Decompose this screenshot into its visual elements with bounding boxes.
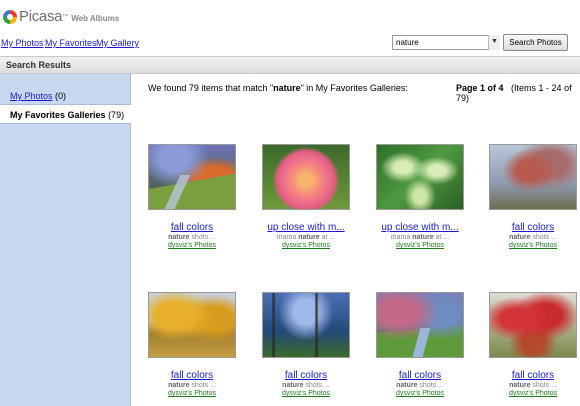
picasa-logo[interactable]: Picasa ™ Web Albums [3, 8, 119, 25]
result-tile: fall colors nature shots ... dysviz's Ph… [486, 144, 580, 249]
picasa-logo-icon [3, 9, 17, 24]
pagination: Page 1 of 4 (Items 1 - 24 of 79) [456, 83, 580, 103]
logo-subtitle: Web Albums [71, 14, 120, 23]
summary-prefix: We found 79 items that match " [148, 83, 274, 93]
result-owner-link[interactable]: dysviz's Photos [486, 242, 580, 249]
result-title-link[interactable]: fall colors [373, 370, 467, 381]
result-thumbnail[interactable] [489, 292, 577, 358]
result-title-link[interactable]: fall colors [486, 370, 580, 381]
sidebar-favorites-label: My Favorites Galleries [10, 110, 106, 120]
result-description: nature shots ... [509, 234, 557, 241]
result-tile: up close with m... mama nature at ... dy… [259, 144, 353, 249]
summary-term: nature [273, 83, 301, 93]
result-thumbnail[interactable] [262, 144, 350, 210]
result-owner-link[interactable]: dysviz's Photos [373, 242, 467, 249]
sidebar: My Photos (0) My Favorites Galleries (79… [0, 74, 131, 406]
nav-my-photos[interactable]: My Photos [1, 38, 44, 48]
nav-bar: My Photos My Favorites My Gallery ▼ Sear… [0, 32, 580, 56]
result-thumbnail[interactable] [489, 144, 577, 210]
result-tile: fall colors nature shots ... dysviz's Ph… [373, 292, 467, 397]
result-owner-link[interactable]: dysviz's Photos [373, 390, 467, 397]
results-summary: We found 79 items that match "nature" in… [148, 83, 408, 93]
result-owner-link[interactable]: dysviz's Photos [145, 390, 239, 397]
search-results-label: Search Results [6, 60, 72, 70]
result-tile: fall colors nature shots ... dysviz's Ph… [486, 292, 580, 397]
sidebar-item-my-photos[interactable]: My Photos (0) [0, 86, 131, 106]
result-tile: fall colors nature shots ... dysviz's Ph… [145, 292, 239, 397]
result-title-link[interactable]: fall colors [145, 222, 239, 233]
header: Picasa ™ Web Albums [0, 0, 580, 32]
result-owner-link[interactable]: dysviz's Photos [145, 242, 239, 249]
result-thumbnail[interactable] [376, 144, 464, 210]
result-title-link[interactable]: fall colors [486, 222, 580, 233]
result-description: mama nature at ... [390, 234, 450, 241]
search-input[interactable] [392, 35, 500, 50]
result-owner-link[interactable]: dysviz's Photos [259, 390, 353, 397]
result-description: mama nature at ... [276, 234, 336, 241]
result-tile: fall colors nature shots ... dysviz's Ph… [259, 292, 353, 397]
result-tile: fall colors nature shots ... dysviz's Ph… [145, 144, 239, 249]
result-thumbnail[interactable] [148, 292, 236, 358]
page-indicator: Page 1 of 4 [456, 83, 504, 93]
search-results-header: Search Results [0, 56, 580, 74]
search-photos-button[interactable]: Search Photos [503, 34, 568, 51]
result-description: nature shots ... [168, 382, 216, 389]
result-thumbnail[interactable] [262, 292, 350, 358]
sidebar-my-photos-link[interactable]: My Photos [10, 91, 53, 101]
nav-my-favorites[interactable]: My Favorites [45, 38, 97, 48]
result-description: nature shots ... [509, 382, 557, 389]
result-title-link[interactable]: up close with m... [373, 222, 467, 233]
search-dropdown-icon[interactable]: ▼ [488, 35, 500, 50]
result-description: nature shots ... [168, 234, 216, 241]
result-owner-link[interactable]: dysviz's Photos [486, 390, 580, 397]
result-description: nature shots ... [282, 382, 330, 389]
result-description: nature shots ... [396, 382, 444, 389]
result-thumbnail[interactable] [148, 144, 236, 210]
result-tile: up close with m... mama nature at ... dy… [373, 144, 467, 249]
result-title-link[interactable]: fall colors [259, 370, 353, 381]
result-title-link[interactable]: up close with m... [259, 222, 353, 233]
result-title-link[interactable]: fall colors [145, 370, 239, 381]
result-thumbnail[interactable] [376, 292, 464, 358]
sidebar-item-my-favorites-galleries[interactable]: My Favorites Galleries (79) [0, 104, 131, 124]
sidebar-my-photos-count: (0) [55, 91, 67, 101]
logo-text: Picasa [19, 8, 63, 25]
result-owner-link[interactable]: dysviz's Photos [259, 242, 353, 249]
summary-suffix: " in My Favorites Galleries: [300, 83, 408, 93]
logo-trademark: ™ [62, 13, 69, 20]
nav-my-gallery[interactable]: My Gallery [96, 38, 139, 48]
sidebar-favorites-count: (79) [108, 110, 125, 120]
